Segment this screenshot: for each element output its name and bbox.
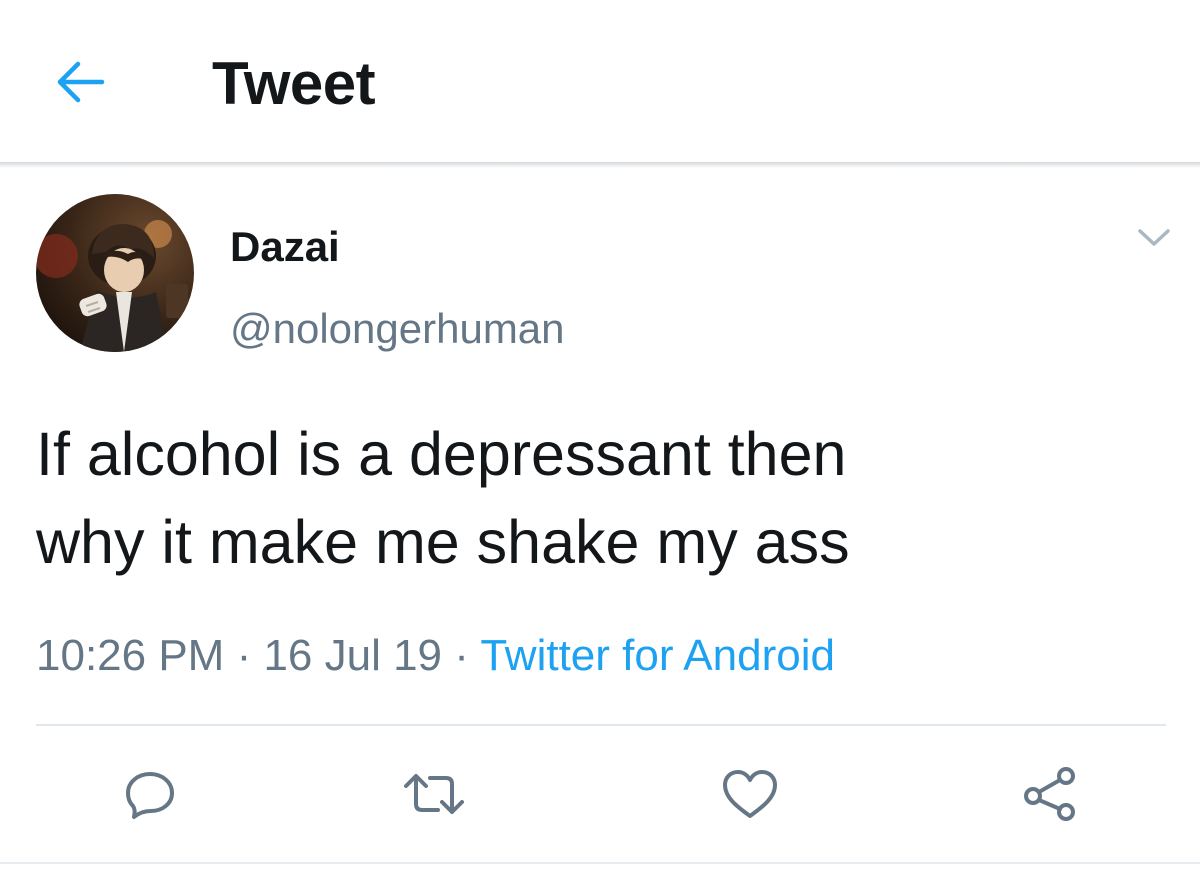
back-button[interactable] bbox=[44, 50, 116, 114]
top-app-bar: Tweet bbox=[0, 0, 1200, 162]
tweet-text-line: If alcohol is a depressant then bbox=[36, 420, 847, 488]
actions-divider bbox=[36, 724, 1166, 726]
page-title: Tweet bbox=[212, 50, 376, 117]
reply-button[interactable] bbox=[118, 762, 182, 826]
tweet-source-link[interactable]: Twitter for Android bbox=[480, 631, 835, 680]
tweet-text: If alcohol is a depressant then why it m… bbox=[36, 410, 1166, 586]
meta-separator: · bbox=[224, 631, 264, 680]
avatar[interactable] bbox=[36, 194, 194, 352]
retweet-icon bbox=[404, 774, 464, 814]
share-button[interactable] bbox=[1018, 762, 1082, 826]
avatar-image bbox=[36, 194, 194, 352]
heart-icon bbox=[723, 770, 777, 818]
tweet-menu-button[interactable] bbox=[1128, 216, 1180, 260]
reply-icon bbox=[126, 772, 174, 819]
share-icon bbox=[1024, 767, 1075, 821]
tweet-detail-screen: Tweet Dazai @nolongerhuman If alcohol is… bbox=[0, 0, 1200, 870]
author-handle[interactable]: @nolongerhuman bbox=[230, 304, 565, 354]
chevron-down-icon bbox=[1138, 229, 1170, 246]
like-button[interactable] bbox=[718, 762, 782, 826]
header-divider bbox=[0, 162, 1200, 168]
tweet-metadata: 10:26 PM · 16 Jul 19 · Twitter for Andro… bbox=[36, 628, 835, 684]
bottom-divider bbox=[0, 862, 1200, 864]
tweet-date: 16 Jul 19 bbox=[263, 631, 443, 680]
retweet-button[interactable] bbox=[402, 762, 466, 826]
tweet-time: 10:26 PM bbox=[36, 631, 225, 680]
back-arrow-icon bbox=[57, 61, 105, 103]
meta-separator: · bbox=[442, 631, 481, 680]
author-display-name[interactable]: Dazai bbox=[230, 222, 340, 272]
tweet-text-line: why it make me shake my ass bbox=[36, 508, 850, 576]
